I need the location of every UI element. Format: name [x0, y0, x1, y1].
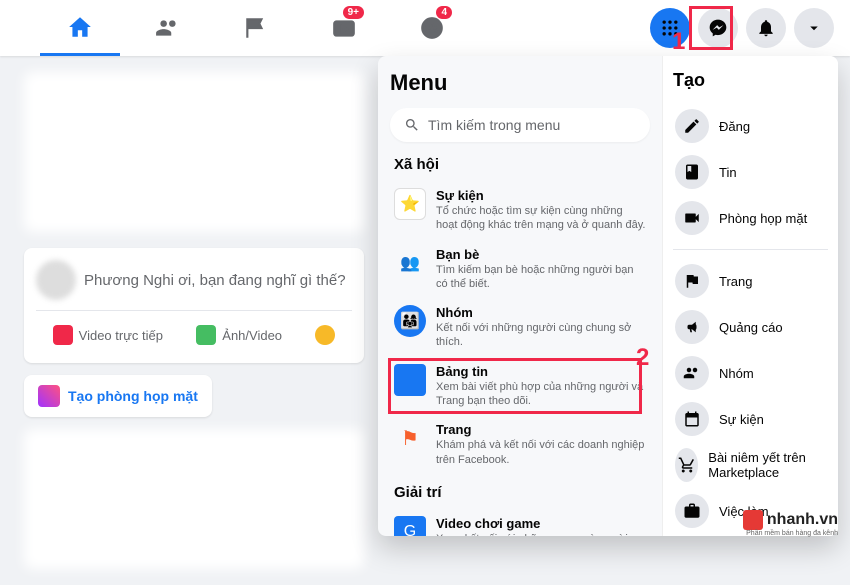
friends-tab[interactable] [128, 0, 208, 56]
photo-label: Ảnh/Video [222, 328, 282, 343]
group-create-icon [675, 356, 709, 390]
edit-icon [675, 109, 709, 143]
flag-icon [243, 15, 269, 41]
create-title: Tạo [673, 70, 828, 91]
menu-item-pages[interactable]: ⚑ TrangKhám phá và kết nối với các doanh… [390, 415, 650, 474]
menu-left-column: Menu Tìm kiếm trong menu Xã hội ⭐ Sự kiệ… [378, 56, 662, 536]
mi-title: Trang [436, 422, 646, 437]
ci-label: Phòng họp mặt [719, 211, 807, 226]
notifications-button[interactable] [746, 8, 786, 48]
create-ad[interactable]: Quảng cáo [673, 304, 828, 350]
flag-menu-icon: ⚑ [394, 422, 426, 454]
flag-create-icon [675, 264, 709, 298]
room-label: Tạo phòng họp mặt [68, 388, 198, 404]
watermark-icon [743, 510, 763, 530]
video-icon [675, 201, 709, 235]
divider [673, 249, 828, 250]
create-room[interactable]: Phòng họp mặt [673, 195, 828, 241]
home-icon [67, 14, 93, 40]
search-placeholder: Tìm kiếm trong menu [428, 117, 560, 133]
mi-title: Bạn bè [436, 247, 646, 262]
room-icon [38, 385, 60, 407]
groups-badge: 4 [436, 6, 452, 19]
live-label: Video trực tiếp [79, 328, 163, 343]
watch-badge: 9+ [343, 6, 364, 19]
mi-title: Nhóm [436, 305, 646, 320]
section-entertainment: Giải trí [394, 484, 646, 501]
calendar-icon: ⭐ [394, 188, 426, 220]
groups-tab[interactable]: 4 [392, 0, 472, 56]
book-icon [675, 155, 709, 189]
calendar-create-icon [675, 402, 709, 436]
feed-post [24, 429, 364, 569]
gaming-icon: G [394, 516, 426, 536]
composer-top: Phương Nghi ơi, bạn đang nghĩ gì thế? [36, 260, 352, 311]
ci-label: Đăng [719, 119, 750, 134]
create-marketplace[interactable]: Bài niêm yết trên Marketplace [673, 442, 828, 488]
composer-actions: Video trực tiếp Ảnh/Video [36, 311, 352, 351]
create-story[interactable]: Tin [673, 149, 828, 195]
chevron-down-icon [805, 19, 823, 37]
menu-item-groups[interactable]: 👨‍👩‍👧 NhómKết nối với những người cùng c… [390, 298, 650, 357]
mi-desc: Xem, kết nối với những game và người phá… [436, 532, 646, 536]
friends-menu-icon: 👥 [394, 247, 426, 279]
create-event[interactable]: Sự kiện [673, 396, 828, 442]
menu-right-column: Tạo Đăng Tin Phòng họp mặt Trang Quảng c… [662, 56, 838, 536]
home-tab[interactable] [40, 0, 120, 56]
photo-icon [196, 325, 216, 345]
bell-icon [756, 18, 776, 38]
feed-column: Phương Nghi ơi, bạn đang nghĩ gì thế? Vi… [24, 72, 364, 569]
highlight-menu-button [689, 6, 733, 50]
menu-title: Menu [390, 70, 650, 96]
create-post[interactable]: Đăng [673, 103, 828, 149]
photo-video-button[interactable]: Ảnh/Video [190, 319, 288, 351]
cover-photo-area [24, 72, 364, 232]
mi-title: Sự kiện [436, 188, 646, 203]
annotation-1: 1 [672, 28, 685, 56]
menu-item-friends[interactable]: 👥 Bạn bèTìm kiếm bạn bè hoặc những người… [390, 240, 650, 299]
mi-desc: Tìm kiếm bạn bè hoặc những người bạn có … [436, 263, 646, 292]
mi-desc: Kết nối với những người cùng chung sở th… [436, 321, 646, 350]
menu-search[interactable]: Tìm kiếm trong menu [390, 108, 650, 142]
ci-label: Tin [719, 165, 737, 180]
watermark-brand: nhanh.vn [767, 511, 838, 529]
megaphone-icon [675, 310, 709, 344]
friends-icon [155, 15, 181, 41]
menu-item-events[interactable]: ⭐ Sự kiệnTổ chức hoặc tìm sự kiện cùng n… [390, 181, 650, 240]
nav-tabs: 9+ 4 [40, 0, 472, 56]
briefcase-icon [675, 494, 709, 528]
live-video-button[interactable]: Video trực tiếp [47, 319, 169, 351]
smile-icon [315, 325, 335, 345]
create-group[interactable]: Nhóm [673, 350, 828, 396]
watermark: nhanh.vn Phần mềm bán hàng đa kênh [743, 510, 838, 530]
watermark-sub: Phần mềm bán hàng đa kênh [746, 530, 838, 537]
mi-title: Video chơi game [436, 516, 646, 531]
groups-menu-icon: 👨‍👩‍👧 [394, 305, 426, 337]
post-composer: Phương Nghi ơi, bạn đang nghĩ gì thế? Vi… [24, 248, 364, 363]
ci-label: Nhóm [719, 366, 754, 381]
ci-label: Quảng cáo [719, 320, 783, 335]
pages-tab[interactable] [216, 0, 296, 56]
camera-icon [53, 325, 73, 345]
create-page[interactable]: Trang [673, 258, 828, 304]
menu-panel: Menu Tìm kiếm trong menu Xã hội ⭐ Sự kiệ… [378, 56, 838, 536]
account-button[interactable] [794, 8, 834, 48]
composer-input[interactable]: Phương Nghi ơi, bạn đang nghĩ gì thế? [84, 272, 352, 289]
ci-label: Bài niêm yết trên Marketplace [708, 450, 826, 480]
menu-item-gaming-video[interactable]: G Video chơi gameXem, kết nối với những … [390, 509, 650, 536]
highlight-trang-item [388, 358, 642, 414]
search-icon [404, 117, 420, 133]
section-social: Xã hội [394, 156, 646, 173]
avatar[interactable] [36, 260, 76, 300]
ci-label: Trang [719, 274, 752, 289]
watch-tab[interactable]: 9+ [304, 0, 384, 56]
create-room-button[interactable]: Tạo phòng họp mặt [24, 375, 212, 417]
mi-desc: Khám phá và kết nối với các doanh nghiệp… [436, 438, 646, 467]
feeling-button[interactable] [309, 319, 341, 351]
ci-label: Sự kiện [719, 412, 764, 427]
mi-desc: Tổ chức hoặc tìm sự kiện cùng những hoạt… [436, 204, 646, 233]
cart-icon [675, 448, 698, 482]
